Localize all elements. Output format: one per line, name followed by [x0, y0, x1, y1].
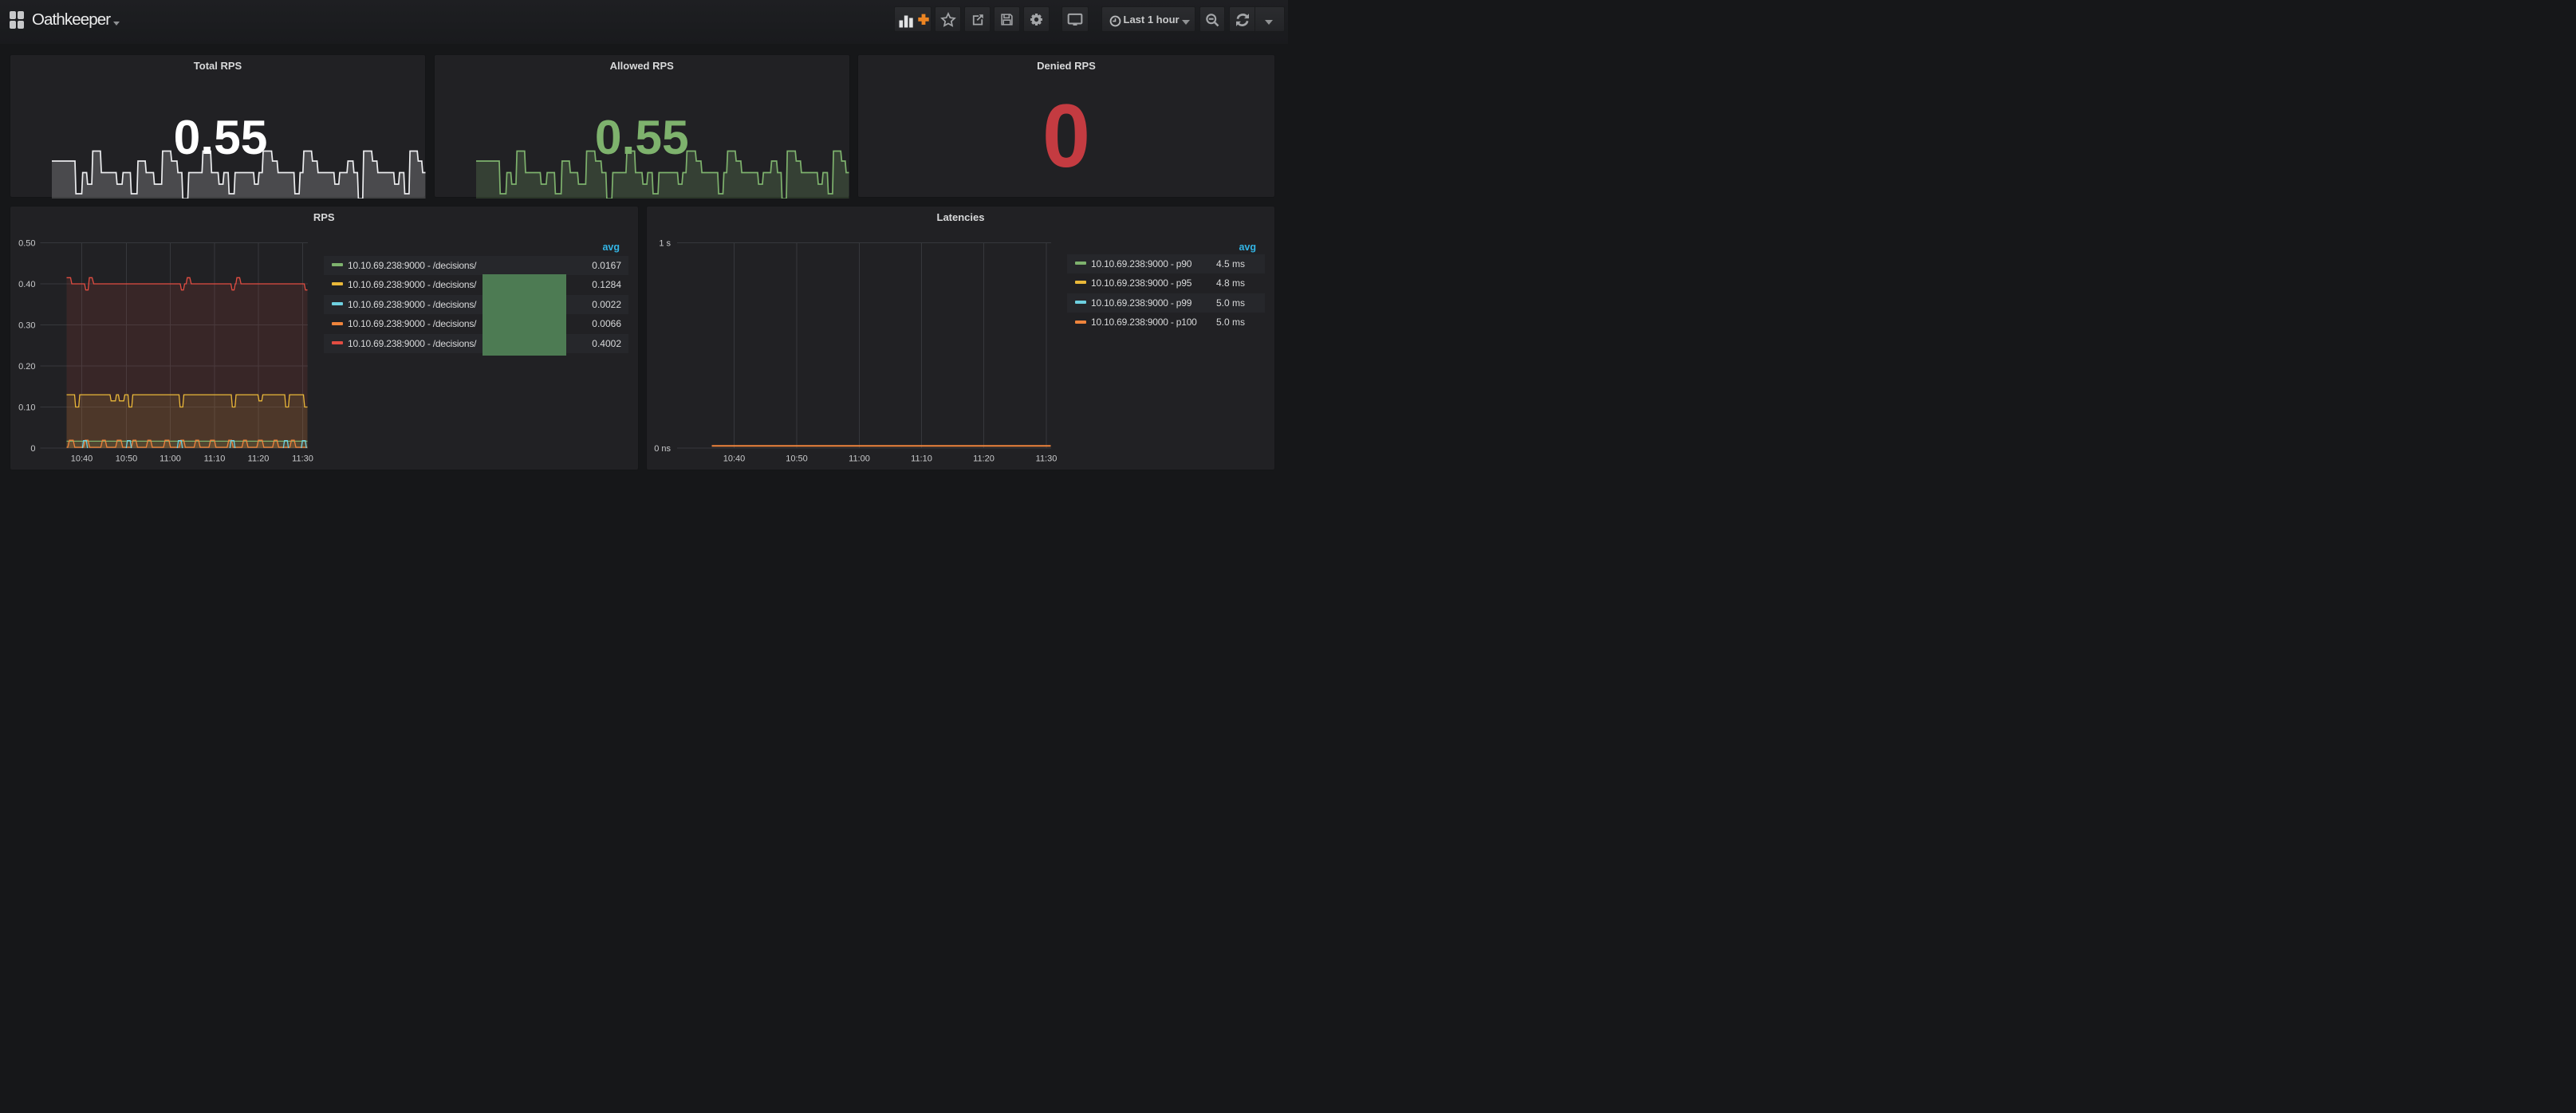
svg-text:11:10: 11:10: [204, 454, 226, 463]
svg-text:10:40: 10:40: [723, 454, 746, 463]
svg-text:10:40: 10:40: [71, 454, 93, 463]
svg-text:11:30: 11:30: [1036, 454, 1058, 463]
svg-text:0.50: 0.50: [18, 238, 35, 248]
svg-text:0: 0: [30, 444, 35, 454]
svg-text:11:00: 11:00: [160, 454, 181, 463]
svg-text:1 s: 1 s: [659, 238, 671, 248]
svg-text:11:20: 11:20: [973, 454, 995, 463]
svg-text:11:30: 11:30: [292, 454, 313, 463]
svg-text:10:50: 10:50: [786, 454, 808, 463]
svg-text:11:20: 11:20: [248, 454, 270, 463]
svg-text:0 ns: 0 ns: [654, 444, 671, 454]
svg-text:0.30: 0.30: [18, 321, 35, 330]
svg-text:11:10: 11:10: [911, 454, 932, 463]
svg-text:10:50: 10:50: [116, 454, 138, 463]
svg-text:11:00: 11:00: [849, 454, 870, 463]
svg-text:0.20: 0.20: [18, 362, 35, 372]
svg-text:0.10: 0.10: [18, 403, 35, 412]
svg-text:0.40: 0.40: [18, 280, 35, 289]
